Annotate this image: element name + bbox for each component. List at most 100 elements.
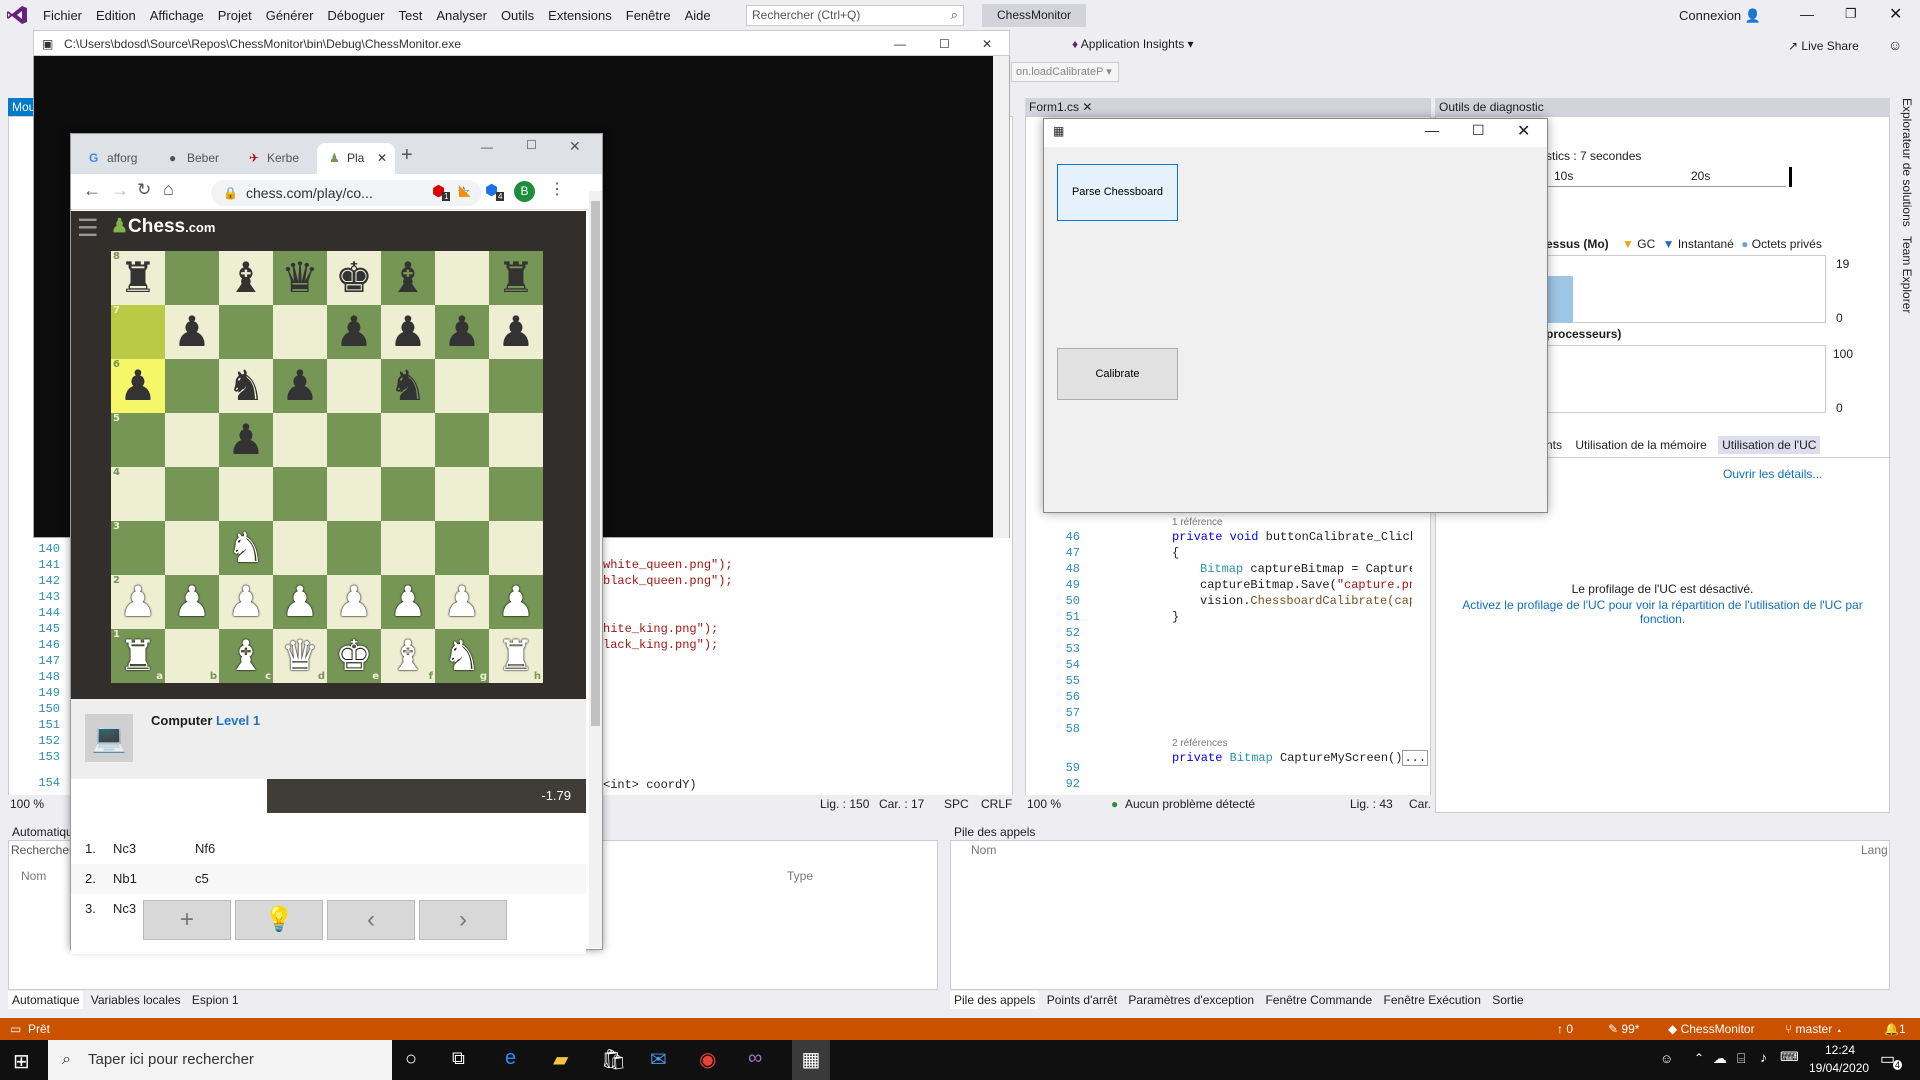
board-square[interactable] [165, 251, 219, 305]
black-pawn-icon[interactable]: ♟ [497, 307, 535, 356]
tab-breakpoints[interactable]: Points d'arrêt [1043, 991, 1121, 1009]
board-square[interactable] [435, 413, 489, 467]
board-square[interactable]: b [165, 629, 219, 683]
close-tab-icon[interactable]: ✕ [377, 143, 387, 174]
board-square[interactable]: ♝ [219, 251, 273, 305]
board-square[interactable]: ♟ [381, 305, 435, 359]
board-square[interactable]: ♝ [381, 251, 435, 305]
clock[interactable]: 12:24 [1819, 1043, 1861, 1057]
board-square[interactable] [435, 521, 489, 575]
profile-avatar[interactable]: B [514, 181, 535, 202]
board-square[interactable] [489, 413, 543, 467]
new-tab-button[interactable]: + [401, 144, 413, 167]
white-rook-icon[interactable]: ♜ [119, 631, 157, 680]
form-minimize-button[interactable]: — [1425, 122, 1439, 138]
board-square[interactable]: ♚ e [327, 629, 381, 683]
zoom-level[interactable]: 100 % [10, 795, 44, 813]
scrollbar-thumb[interactable] [591, 201, 600, 726]
chrome-close-button[interactable]: ✕ [569, 138, 581, 155]
black-bishop-icon[interactable]: ♝ [389, 253, 427, 302]
board-square[interactable] [273, 521, 327, 575]
white-queen-icon[interactable]: ♛ [281, 631, 319, 680]
board-square[interactable]: ♟ [435, 305, 489, 359]
board-square[interactable]: 7 [111, 305, 165, 359]
board-square[interactable]: 5 [111, 413, 165, 467]
board-square[interactable] [165, 467, 219, 521]
chrome-maximize-button[interactable]: ☐ [526, 138, 537, 152]
chrome-tab-active[interactable]: ♟ Pla ✕ [317, 143, 395, 174]
console-scrollbar[interactable] [993, 56, 1009, 538]
white-move[interactable]: Nb1 [113, 864, 137, 894]
chrome-tab[interactable]: Gafforg [77, 143, 155, 174]
tab-immediate-window[interactable]: Fenêtre Exécution [1380, 991, 1485, 1009]
tab-callstack[interactable]: Pile des appels [950, 991, 1040, 1009]
black-rook-icon[interactable]: ♜ [497, 253, 535, 302]
board-square[interactable]: ♜ 8 [111, 251, 165, 305]
board-square[interactable]: ♞ [219, 359, 273, 413]
board-square[interactable]: ♟ [165, 305, 219, 359]
board-square[interactable] [381, 521, 435, 575]
white-pawn-icon[interactable]: ♟ [119, 577, 157, 626]
black-rook-icon[interactable]: ♜ [119, 253, 157, 302]
board-square[interactable]: ♝ c [219, 629, 273, 683]
volume-icon[interactable]: ♪ [1760, 1049, 1767, 1065]
board-square[interactable]: ♟ [273, 575, 327, 629]
form-maximize-button[interactable]: ☐ [1472, 122, 1485, 139]
board-square[interactable] [381, 413, 435, 467]
parse-chessboard-button[interactable]: Parse Chessboard [1057, 164, 1178, 221]
form-app-taskbar-icon[interactable]: ▦ [792, 1040, 830, 1080]
feedback-icon[interactable]: ☺ [1888, 37, 1902, 53]
connexion-link[interactable]: Connexion 👤 [1679, 8, 1761, 24]
black-pawn-icon[interactable]: ♟ [389, 307, 427, 356]
menu-test[interactable]: Test [392, 0, 430, 31]
board-square[interactable] [327, 413, 381, 467]
store-icon[interactable]: 🛍 [601, 1047, 626, 1072]
white-pawn-icon[interactable]: ♟ [389, 577, 427, 626]
repo-button[interactable]: ◆ ChessMonitor [1668, 1018, 1755, 1040]
board-square[interactable]: ♟ 2 [111, 575, 165, 629]
callstack-col-name[interactable]: Nom [971, 843, 996, 857]
people-icon[interactable]: ☺ [1660, 1051, 1673, 1066]
white-pawn-icon[interactable]: ♟ [281, 577, 319, 626]
board-square[interactable]: 4 [111, 467, 165, 521]
white-rook-icon[interactable]: ♜ [497, 631, 535, 680]
tab-output[interactable]: Sortie [1488, 991, 1527, 1009]
console-maximize-button[interactable]: ☐ [939, 31, 950, 57]
board-square[interactable]: ♞ [381, 359, 435, 413]
menu-fenetre[interactable]: Fenêtre [619, 0, 678, 31]
menu-deboguer[interactable]: Déboguer [320, 0, 391, 31]
black-pawn-icon[interactable]: ♟ [335, 307, 373, 356]
white-move[interactable]: Nc3 [113, 834, 136, 864]
file-explorer-icon[interactable]: ▰ [553, 1047, 568, 1072]
black-queen-icon[interactable]: ♛ [281, 253, 319, 302]
reference-count[interactable]: 1 référence [1172, 517, 1223, 528]
board-square[interactable]: ♜ [489, 251, 543, 305]
restore-button[interactable]: ❐ [1845, 6, 1857, 22]
white-pawn-icon[interactable]: ♟ [443, 577, 481, 626]
rss-icon[interactable]: ◣ [459, 181, 471, 199]
board-square[interactable] [219, 467, 273, 521]
board-square[interactable]: ♚ [327, 251, 381, 305]
white-pawn-icon[interactable]: ♟ [335, 577, 373, 626]
edge-icon[interactable]: e [505, 1047, 516, 1070]
menu-projet[interactable]: Projet [211, 0, 259, 31]
next-move-button[interactable]: › [419, 900, 507, 940]
chrome-scrollbar[interactable] [589, 191, 602, 948]
white-knight-icon[interactable]: ♞ [443, 631, 481, 680]
close-button[interactable]: ✕ [1889, 4, 1902, 24]
white-pawn-icon[interactable]: ♟ [173, 577, 211, 626]
vs-search-input[interactable]: Rechercher (Ctrl+Q) ⌕ [746, 5, 964, 26]
push-icon[interactable]: ↑ 0 [1557, 1018, 1573, 1040]
method-dropdown[interactable]: on.loadCalibrateP ▾ [1011, 62, 1119, 82]
board-square[interactable]: ♟ [165, 575, 219, 629]
tab-form1-cs[interactable]: Form1.cs [1029, 100, 1079, 114]
form-close-button[interactable]: ✕ [1517, 121, 1530, 141]
chrome-tab[interactable]: ✈ Kerbe [237, 143, 315, 174]
board-square[interactable] [219, 305, 273, 359]
tab-memory-usage[interactable]: Utilisation de la mémoire [1575, 438, 1706, 452]
task-view-icon[interactable]: ⧉ [452, 1048, 465, 1069]
menu-aide[interactable]: Aide [678, 0, 718, 31]
board-square[interactable]: ♝ f [381, 629, 435, 683]
board-square[interactable] [435, 359, 489, 413]
autos-col-type[interactable]: Type [787, 869, 813, 883]
